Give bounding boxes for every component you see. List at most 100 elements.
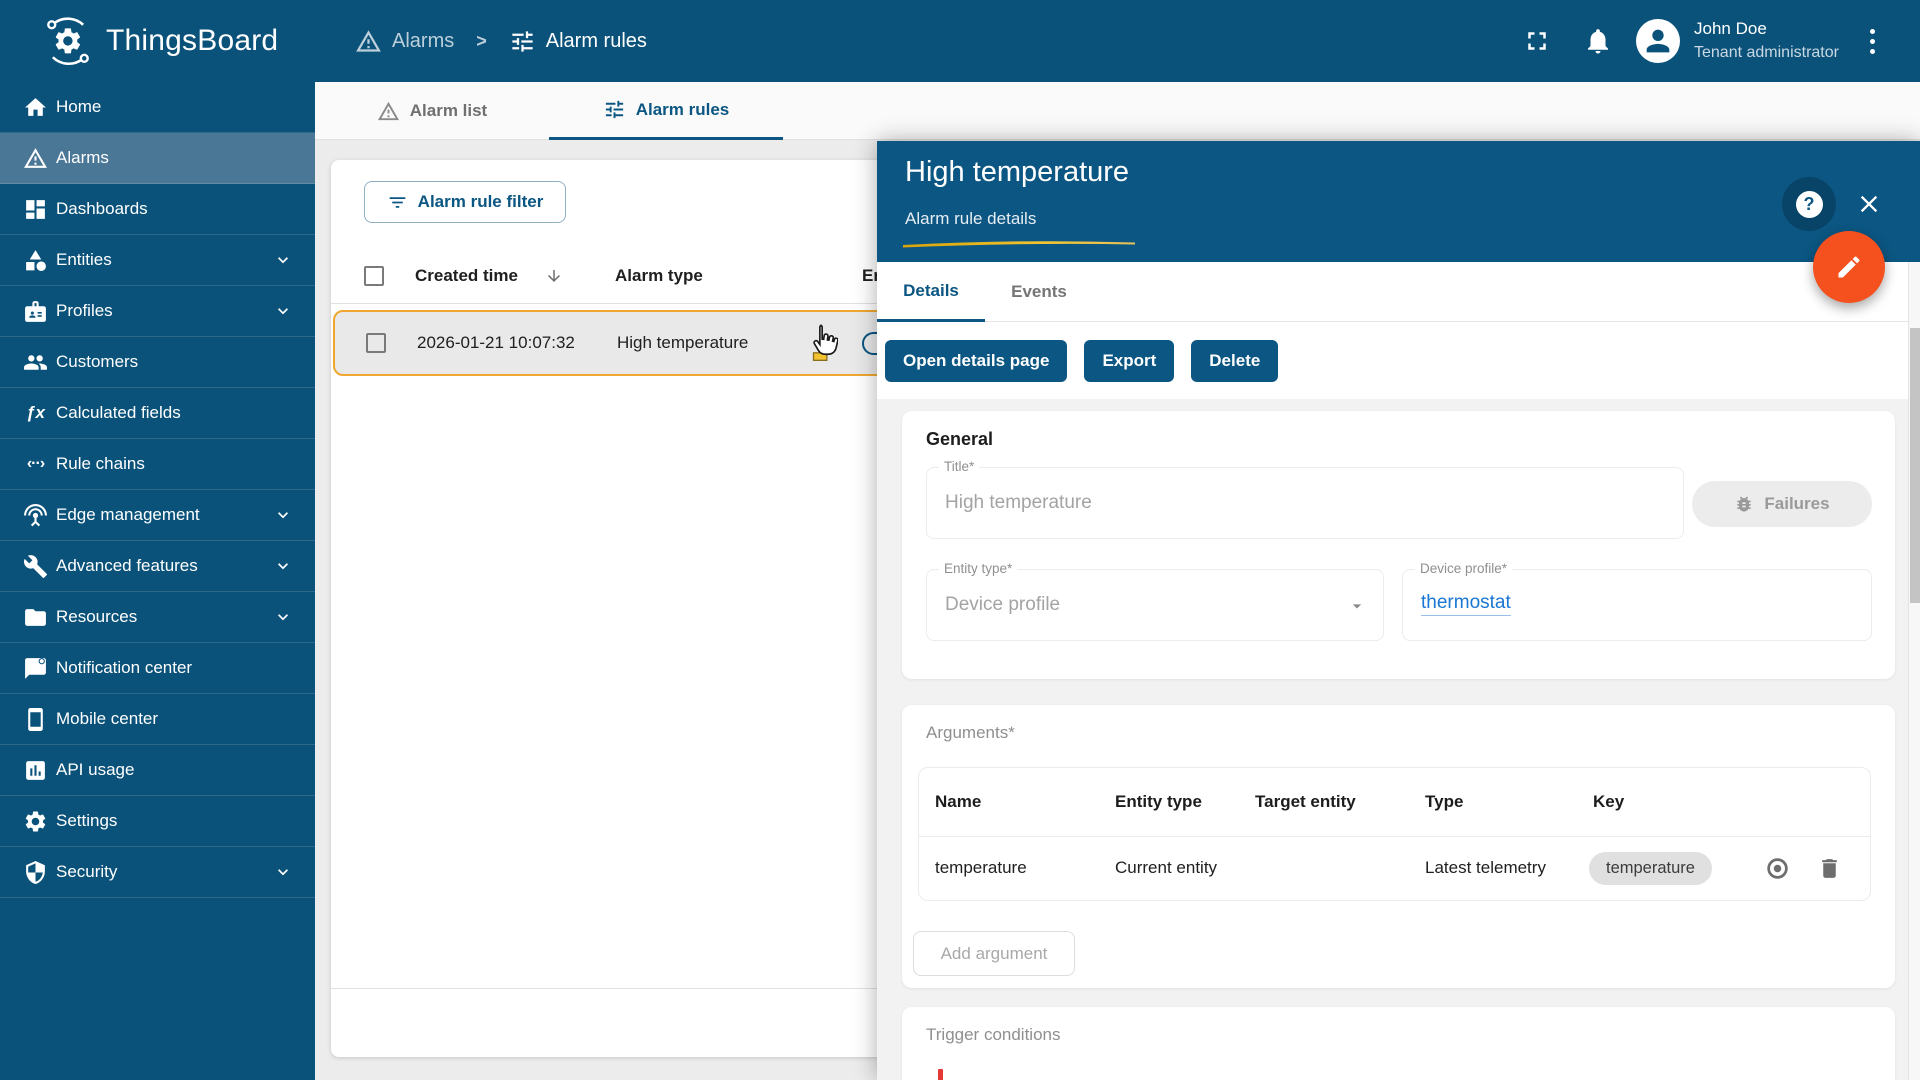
panel-subtitle: Alarm rule details xyxy=(905,209,1037,228)
warning-icon xyxy=(356,29,381,52)
edit-fab-button[interactable] xyxy=(1813,231,1885,303)
tune-icon xyxy=(512,30,533,52)
app-title: ThingsBoard xyxy=(106,24,279,57)
dropdown-arrow-icon[interactable] xyxy=(1347,596,1367,616)
entities-icon xyxy=(26,249,46,271)
title-field-value: High temperature xyxy=(945,492,1092,513)
sidebar-item-dashboards[interactable]: Dashboards xyxy=(0,184,315,235)
select-all-checkbox[interactable] xyxy=(364,266,384,286)
tab-alarm-rules[interactable]: Alarm rules xyxy=(549,82,783,140)
arguments-table: Name Entity type Target entity Type Key … xyxy=(918,767,1871,901)
sidebar-item-security[interactable]: Security xyxy=(0,847,315,898)
home-icon xyxy=(25,97,46,116)
device-profile-link[interactable]: thermostat xyxy=(1421,592,1511,616)
tools-icon xyxy=(23,554,47,578)
customers-icon xyxy=(24,354,47,370)
open-details-page-button[interactable]: Open details page xyxy=(885,339,1068,382)
delete-button[interactable]: Delete xyxy=(1191,339,1279,382)
dashboards-icon xyxy=(26,199,45,219)
alarm-rule-details-panel: High temperature Alarm rule details ? De… xyxy=(877,141,1920,1080)
chevron-down-icon xyxy=(278,257,288,264)
tab-alarm-list[interactable]: Alarm list xyxy=(315,82,549,140)
user-name: John Doe xyxy=(1694,19,1767,38)
panel-header: High temperature Alarm rule details ? xyxy=(877,141,1920,262)
sidebar-item-customers[interactable]: Customers xyxy=(0,337,315,388)
sort-descending-icon[interactable] xyxy=(545,267,563,285)
main-tab-bar: Alarm list Alarm rules xyxy=(315,82,1920,140)
trash-icon[interactable] xyxy=(1817,856,1842,881)
sidebar-item-profiles[interactable]: Profiles xyxy=(0,286,315,337)
trigger-conditions-section: Trigger conditions xyxy=(902,1007,1895,1080)
warning-icon xyxy=(377,101,399,120)
arg-column-target-entity: Target entity xyxy=(1255,792,1356,811)
tune-icon xyxy=(605,100,623,119)
arguments-section: Arguments* Name Entity type Target entit… xyxy=(902,705,1895,988)
sidebar-item-edge-management[interactable]: Edge management xyxy=(0,490,315,541)
account-icon xyxy=(1646,29,1670,53)
scrollbar-thumb[interactable] xyxy=(1910,328,1920,603)
column-alarm-type[interactable]: Alarm type xyxy=(615,248,703,304)
close-icon[interactable] xyxy=(1855,190,1883,218)
arguments-header-divider xyxy=(919,836,1870,837)
row-created-time: 2026-01-21 10:07:32 xyxy=(417,333,575,352)
sidebar-item-home[interactable]: Home xyxy=(0,82,315,133)
trigger-conditions-heading: Trigger conditions xyxy=(926,1025,1061,1044)
breadcrumb-separator: > xyxy=(476,30,487,51)
column-created-time[interactable]: Created time xyxy=(415,248,518,304)
arg-column-key: Key xyxy=(1593,792,1625,811)
view-icon[interactable] xyxy=(1765,856,1790,881)
help-button[interactable]: ? xyxy=(1782,177,1836,231)
device-profile-label: Device profile* xyxy=(1415,561,1513,576)
thingsboard-gear-icon xyxy=(47,17,89,66)
device-profile-field: Device profile* thermostat xyxy=(1402,561,1872,641)
breadcrumb: Alarms > Alarm rules xyxy=(355,0,647,82)
panel-title: High temperature xyxy=(905,156,1130,188)
sidebar-item-advanced-features[interactable]: Advanced features xyxy=(0,541,315,592)
alarm-rule-filter-button[interactable]: Alarm rule filter xyxy=(364,181,566,223)
breadcrumb-alarm-rules[interactable]: Alarm rules xyxy=(509,28,647,55)
sidebar-item-mobile-center[interactable]: Mobile center xyxy=(0,694,315,745)
sidebar-item-alarms[interactable]: Alarms xyxy=(0,133,315,184)
avatar[interactable] xyxy=(1636,19,1680,63)
sidebar-item-rule-chains[interactable]: ‹··› Rule chains xyxy=(0,439,315,490)
panel-scrollbar[interactable] xyxy=(1908,262,1920,1080)
sidebar-item-api-usage[interactable]: API usage xyxy=(0,745,315,796)
add-argument-button[interactable]: Add argument xyxy=(913,931,1075,976)
chevron-down-icon xyxy=(278,308,288,315)
sidebar-item-entities[interactable]: Entities xyxy=(0,235,315,286)
profiles-icon xyxy=(25,300,46,322)
kebab-menu-icon[interactable] xyxy=(1862,25,1882,57)
message-icon xyxy=(25,657,46,679)
row-checkbox[interactable] xyxy=(366,333,386,353)
fullscreen-icon[interactable] xyxy=(1522,26,1552,56)
arg-row-type: Latest telemetry xyxy=(1425,858,1546,877)
panel-action-buttons: Open details page Export Delete xyxy=(877,322,1920,399)
arg-column-name: Name xyxy=(935,792,982,811)
thingsboard-logo[interactable]: ThingsBoard xyxy=(42,15,278,67)
sidebar-item-resources[interactable]: Resources xyxy=(0,592,315,643)
general-section: General Title* High temperature Failures… xyxy=(902,411,1895,679)
required-error-marker xyxy=(938,1069,943,1080)
sidebar-item-settings[interactable]: Settings xyxy=(0,796,315,847)
user-menu[interactable]: John Doe Tenant administrator xyxy=(1694,17,1839,65)
filter-icon xyxy=(389,196,406,208)
tab-events[interactable]: Events xyxy=(985,262,1093,322)
sidebar-item-notification-center[interactable]: Notification center xyxy=(0,643,315,694)
shield-icon xyxy=(26,860,45,884)
folder-icon xyxy=(25,608,46,626)
breadcrumb-alarms[interactable]: Alarms xyxy=(355,28,454,55)
bell-icon[interactable] xyxy=(1583,26,1613,56)
title-field: Title* High temperature xyxy=(926,459,1684,539)
function-icon: ƒx xyxy=(26,403,45,422)
rule-chains-icon: ‹··› xyxy=(26,455,45,472)
gold-underline xyxy=(903,241,1135,248)
top-bar: ThingsBoard Alarms > Alarm rules John Do… xyxy=(0,0,1920,82)
export-button[interactable]: Export xyxy=(1084,339,1175,382)
warning-icon xyxy=(24,147,47,168)
sidebar-item-calculated-fields[interactable]: ƒx Calculated fields xyxy=(0,388,315,439)
failures-button[interactable]: Failures xyxy=(1692,481,1872,527)
bug-icon xyxy=(1737,496,1752,512)
chevron-down-icon xyxy=(278,869,288,876)
tab-details[interactable]: Details xyxy=(877,262,985,322)
arguments-heading: Arguments* xyxy=(926,723,1015,742)
